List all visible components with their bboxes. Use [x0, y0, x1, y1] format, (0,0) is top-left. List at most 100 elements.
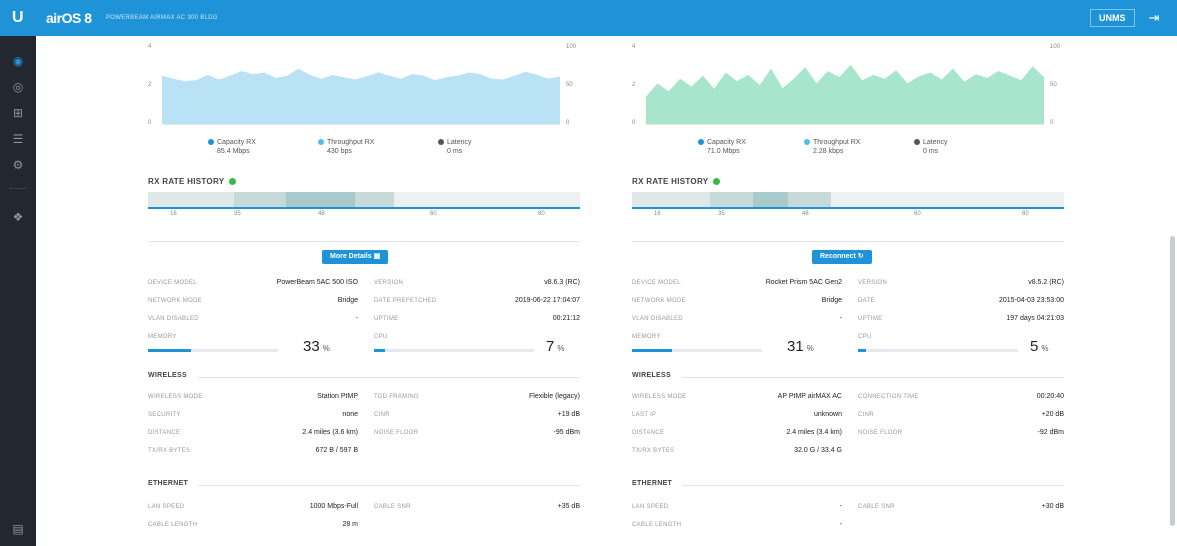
rx-axis-tick: 16: [654, 211, 661, 217]
scrollbar[interactable]: [1170, 236, 1175, 526]
remote-device-panel: 4 2 0 100 50 0 Capacity RX 71.0 Mbps Thr…: [632, 36, 1064, 528]
memory-label: MEMORY: [632, 334, 661, 340]
security-value: none: [342, 411, 358, 418]
legend-value: 2.28 kbps: [813, 148, 844, 155]
noise-floor-label: NOISE FLOOR: [858, 430, 903, 436]
cpu-meter: [374, 349, 534, 352]
rx-rate-bar: [148, 192, 580, 209]
legend-dot: [804, 139, 810, 146]
version-value: v8.6.3 (RC): [544, 279, 580, 286]
device-model-value: PowerBeam 5AC 500 ISO: [276, 279, 358, 286]
legend-label: Capacity RX: [707, 139, 746, 146]
rx-title-text: RX RATE HISTORY: [148, 177, 225, 186]
txrx-bytes-value: 672 B / 597 B: [315, 447, 358, 454]
rx-rate-segment: [355, 192, 395, 208]
cpu-number: 5: [1030, 338, 1039, 355]
lan-speed-value: -: [839, 503, 842, 510]
legend-value: 0 ms: [923, 148, 939, 155]
cpu-unit: %: [557, 344, 565, 353]
memory-value: 33%: [303, 338, 330, 355]
rx-axis-tick: 80: [538, 211, 545, 217]
cable-length-label: CABLE LENGTH: [148, 522, 198, 528]
legend-latency: Latency 0 ms: [914, 138, 948, 156]
cpu-number: 7: [546, 338, 555, 355]
rx-rate-history-title: RX RATE HISTORY: [148, 177, 237, 186]
txrx-bytes-value: 32.0 G / 33.4 G: [794, 447, 842, 454]
legend-value: 0 ms: [447, 148, 463, 155]
noise-floor-label: NOISE FLOOR: [374, 430, 419, 436]
rx-rate-segment: [787, 192, 831, 208]
uptime-value: 197 days 04:21:03: [1006, 315, 1064, 322]
cinr-value: +20 dB: [1041, 411, 1064, 418]
local-device-panel: 4 2 0 100 50 0 Capacity RX 85.4 Mbps Thr…: [148, 36, 580, 528]
main-content: 4 2 0 100 50 0 Capacity RX 85.4 Mbps Thr…: [36, 36, 1177, 546]
divider: [682, 377, 1064, 378]
dashboard-icon[interactable]: ◉: [9, 52, 27, 70]
rx-axis-tick: 80: [1022, 211, 1029, 217]
last-ip-value: unknown: [813, 411, 842, 418]
network-icon[interactable]: ⊞: [9, 104, 27, 122]
wireless-mode-value: AP PtMP airMAX AC: [777, 393, 842, 400]
y-tick: 0: [632, 120, 636, 126]
connection-time-value: 00:20:40: [1036, 393, 1064, 400]
unms-button[interactable]: UNMS: [1090, 9, 1135, 27]
services-icon[interactable]: ☰: [9, 130, 27, 148]
wireless-icon[interactable]: ◎: [9, 78, 27, 96]
more-details-button[interactable]: More Details ▦: [322, 250, 389, 264]
log-icon[interactable]: ▤: [9, 520, 27, 538]
memory-label: MEMORY: [148, 334, 177, 340]
rx-rate-history-title: RX RATE HISTORY: [632, 177, 721, 186]
rx-axis-tick: 16: [170, 211, 177, 217]
rx-axis-tick: 60: [914, 211, 921, 217]
brand-name: airOS 8: [46, 10, 92, 26]
memory-unit: %: [322, 344, 330, 353]
cinr-label: CINR: [858, 412, 874, 418]
legend-dot: [698, 139, 704, 146]
legend-label: Capacity RX: [217, 139, 256, 146]
cpu-label: CPU: [374, 334, 388, 340]
y-tick-right: 100: [1050, 44, 1061, 50]
date-label: DATE PREFETCHED: [374, 298, 437, 304]
network-mode-value: Bridge: [337, 297, 358, 304]
network-mode-label: NETWORK MODE: [148, 298, 202, 304]
vlan-value: -: [355, 315, 358, 322]
tools-icon[interactable]: ❖: [9, 208, 27, 226]
distance-value: 2.4 miles (3.4 km): [786, 429, 842, 436]
last-ip-label: LAST IP: [632, 412, 657, 418]
cable-snr-label: CABLE SNR: [858, 504, 895, 510]
button-label: Reconnect: [820, 253, 856, 260]
legend-capacity: Capacity RX 85.4 Mbps: [208, 138, 256, 156]
divider: [198, 377, 580, 378]
chart-area-series: [646, 64, 1044, 124]
rx-rate-segment: [752, 192, 788, 208]
reconnect-button[interactable]: Reconnect ↻: [812, 250, 872, 264]
cable-length-label: CABLE LENGTH: [632, 522, 682, 528]
security-label: SECURITY: [148, 412, 181, 418]
y-tick: 4: [632, 44, 636, 50]
divider: [198, 485, 580, 486]
divider: [148, 241, 580, 242]
version-label: VERSION: [858, 280, 888, 286]
noise-floor-value: -92 dBm: [1037, 429, 1064, 436]
throughput-chart: 4 2 0 100 50 0: [632, 36, 1064, 132]
network-mode-label: NETWORK MODE: [632, 298, 686, 304]
tdd-framing-value: Flexible (legacy): [529, 393, 580, 400]
legend-dot: [208, 139, 214, 146]
date-value: 2019-06-22 17:04:07: [515, 297, 580, 304]
y-tick: 0: [148, 120, 152, 126]
uptime-label: UPTIME: [374, 316, 399, 322]
legend-label: Latency: [447, 139, 472, 146]
legend-label: Throughput RX: [813, 139, 861, 146]
legend-label: Latency: [923, 139, 948, 146]
rx-rate-baseline: [148, 207, 580, 209]
version-label: VERSION: [374, 280, 404, 286]
rx-axis-tick: 60: [430, 211, 437, 217]
legend-label: Throughput RX: [327, 139, 375, 146]
top-bar: U airOS 8 POWERBEAM AIRMAX AC 300 BLDG U…: [0, 0, 1177, 36]
logout-icon[interactable]: ⇥: [1145, 9, 1163, 27]
memory-meter: [148, 349, 278, 352]
vlan-value: -: [839, 315, 842, 322]
ubiquiti-logo[interactable]: U: [12, 9, 24, 27]
settings-icon[interactable]: ⚙: [9, 156, 27, 174]
memory-meter-fill: [148, 349, 191, 352]
